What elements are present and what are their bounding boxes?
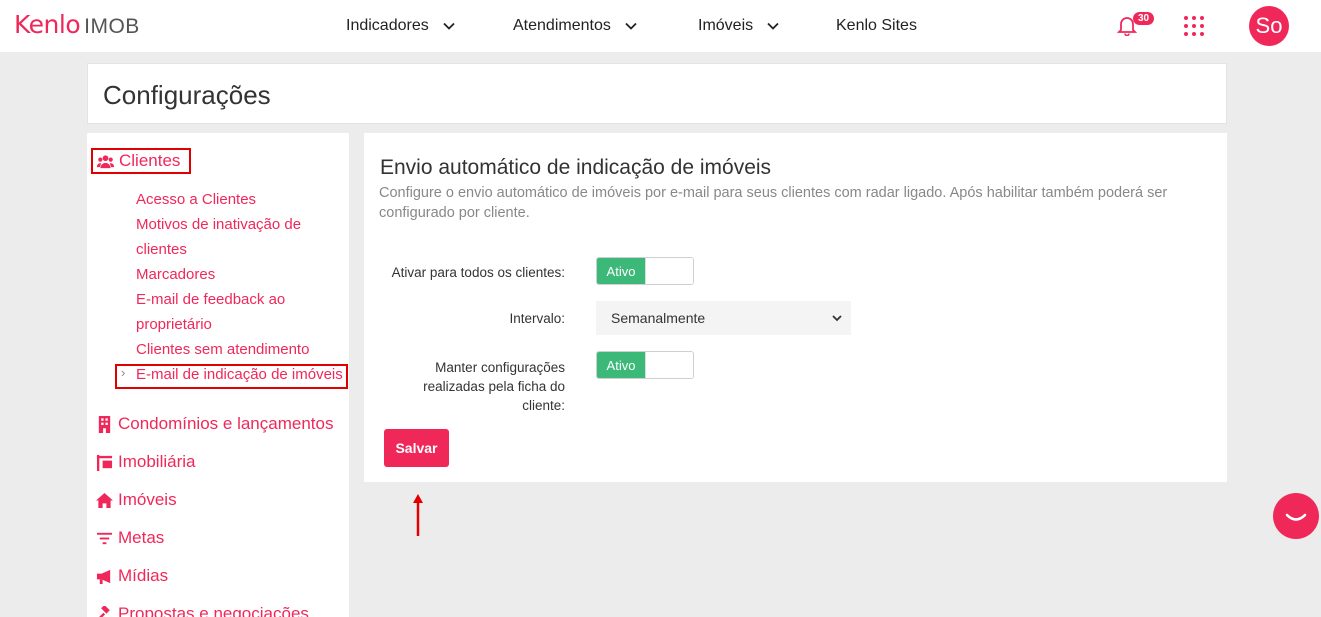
email-settings-panel: Envio automático de indicação de imóveis… [364, 133, 1227, 482]
sidebar-subitem-clientes-sem-atendimento[interactable]: Clientes sem atendimento [136, 337, 309, 362]
sidebar-item-label: Condomínios e lançamentos [118, 414, 334, 433]
logo-product: IMOB [84, 15, 140, 38]
sidebar-item-label: Imóveis [118, 490, 177, 509]
keep-settings-label: Manter configurações realizadas pela fic… [423, 360, 565, 413]
sidebar-item-imobiliaria[interactable]: Imobiliária [96, 452, 195, 472]
save-button[interactable]: Salvar [384, 429, 449, 467]
logo-brand: Kenlo [14, 10, 81, 39]
sidebar-item-label: Imobiliária [118, 452, 196, 471]
sidebar-subitem-marcadores[interactable]: Marcadores [136, 262, 215, 287]
activate-all-label: Ativar para todos os clientes: [391, 265, 565, 280]
sidebar-item-metas[interactable]: Metas [96, 528, 164, 548]
notification-badge: 30 [1133, 12, 1155, 25]
filter-icon [96, 532, 113, 544]
top-bar: Kenlo IMOB Indicadores Atendimentos Imóv… [0, 0, 1321, 52]
sidebar-subitem-email-feedback[interactable]: E-mail de feedback ao proprietário [136, 287, 306, 337]
interval-label: Intervalo: [509, 311, 565, 326]
home-icon [96, 492, 113, 508]
nav-atendimentos[interactable]: Atendimentos [513, 0, 637, 52]
interval-selected-value: Semanalmente [611, 310, 706, 326]
keep-settings-toggle[interactable]: Ativo [596, 351, 694, 379]
toggle-on-label: Ativo [597, 258, 645, 284]
page-title: Configurações [103, 80, 271, 110]
chat-icon [1285, 513, 1307, 521]
page-header: Configurações [87, 63, 1227, 124]
gavel-icon [97, 605, 110, 617]
toggle-knob [645, 258, 693, 284]
nav-label: Indicadores [346, 17, 429, 34]
chevron-down-icon [625, 22, 637, 30]
nav-label: Kenlo Sites [836, 17, 917, 34]
toggle-on-label: Ativo [597, 352, 645, 378]
nav-indicadores[interactable]: Indicadores [346, 0, 455, 52]
sign-icon [96, 454, 113, 471]
panel-description: Configure o envio automático de imóveis … [379, 185, 1168, 221]
chevron-down-icon [443, 22, 455, 30]
chat-widget-button[interactable] [1273, 493, 1319, 539]
chevron-down-icon [832, 315, 842, 322]
nav-kenlo-sites[interactable]: Kenlo Sites [836, 0, 917, 52]
nav-label: Atendimentos [513, 17, 611, 34]
sidebar-item-imoveis[interactable]: Imóveis [96, 490, 177, 510]
sidebar-subitem-motivos-inativacao[interactable]: Motivos de inativação de clientes [136, 212, 326, 262]
megaphone-icon [96, 569, 111, 584]
nav-imoveis[interactable]: Imóveis [698, 0, 779, 52]
activate-all-toggle[interactable]: Ativo [596, 257, 694, 285]
building-icon [98, 415, 111, 433]
apps-grid-icon[interactable] [1184, 16, 1204, 36]
annotation-arrow-icon [413, 494, 423, 536]
sidebar-item-label: Mídias [118, 566, 169, 585]
avatar[interactable]: So [1249, 6, 1289, 46]
settings-sidebar: Clientes Acesso a Clientes Motivos de in… [87, 133, 349, 617]
panel-title: Envio automático de indicação de imóveis [380, 156, 772, 179]
sidebar-item-propostas[interactable]: Propostas e negociações [96, 604, 309, 617]
annotation-box [91, 148, 191, 174]
interval-select[interactable]: Semanalmente [596, 301, 851, 335]
sidebar-item-midias[interactable]: Mídias [96, 566, 168, 586]
sidebar-subitem-acesso-clientes[interactable]: Acesso a Clientes [136, 187, 256, 212]
sidebar-item-label: Propostas e negociações [118, 604, 309, 617]
toggle-knob [645, 352, 693, 378]
chevron-down-icon [767, 22, 779, 30]
sidebar-item-label: Metas [118, 528, 165, 547]
annotation-box [115, 364, 348, 389]
logo[interactable]: Kenlo IMOB [14, 10, 140, 42]
sidebar-item-condominios[interactable]: Condomínios e lançamentos [96, 414, 333, 434]
nav-label: Imóveis [698, 17, 754, 34]
